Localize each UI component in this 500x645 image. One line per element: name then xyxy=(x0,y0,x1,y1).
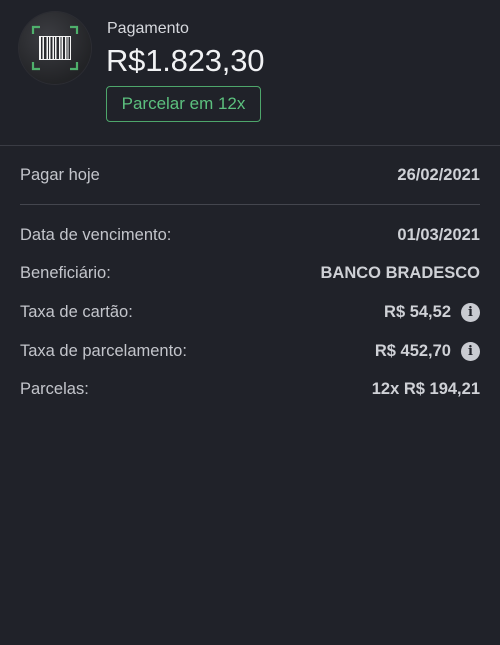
installment-fee-row: Taxa de parcelamento: R$ 452,70 i xyxy=(20,339,480,363)
installment-button[interactable]: Parcelar em 12x xyxy=(106,86,261,122)
installment-fee-value-wrap: R$ 452,70 i xyxy=(374,341,480,361)
beneficiary-value: BANCO BRADESCO xyxy=(320,263,480,282)
card-fee-row: Taxa de cartão: R$ 54,52 i xyxy=(20,300,480,324)
info-icon[interactable]: i xyxy=(461,302,480,322)
barcode-icon xyxy=(31,25,79,71)
installments-label: Parcelas: xyxy=(20,379,89,398)
card-fee-value: R$ 54,52 xyxy=(384,302,451,321)
beneficiary-label: Beneficiário: xyxy=(20,263,111,282)
card-fee-label: Taxa de cartão: xyxy=(20,302,133,321)
divider xyxy=(20,204,480,205)
installments-value: 12x R$ 194,21 xyxy=(371,379,480,398)
due-date-label: Data de vencimento: xyxy=(20,225,172,244)
pay-today-label: Pagar hoje xyxy=(20,165,100,184)
pay-today-row: Pagar hoje 26/02/2021 xyxy=(20,163,480,187)
due-date-value: 01/03/2021 xyxy=(397,225,480,244)
barcode-avatar xyxy=(19,12,91,84)
installment-fee-label: Taxa de parcelamento: xyxy=(20,341,187,360)
card-fee-value-wrap: R$ 54,52 i xyxy=(384,302,480,322)
pay-today-value: 26/02/2021 xyxy=(397,165,480,184)
payment-title: Pagamento xyxy=(107,20,189,37)
info-icon[interactable]: i xyxy=(461,341,480,361)
payment-header: Pagamento R$1.823,30 Parcelar em 12x xyxy=(0,0,500,146)
due-date-row: Data de vencimento: 01/03/2021 xyxy=(20,223,480,247)
beneficiary-row: Beneficiário: BANCO BRADESCO xyxy=(20,261,480,285)
installments-row: Parcelas: 12x R$ 194,21 xyxy=(20,377,480,401)
installment-fee-value: R$ 452,70 xyxy=(374,341,451,360)
payment-amount: R$1.823,30 xyxy=(106,43,265,78)
